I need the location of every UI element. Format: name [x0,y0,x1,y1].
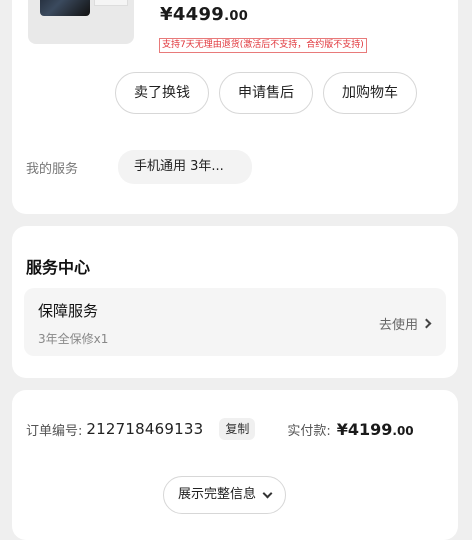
go-use-link[interactable]: 去使用 [378,314,432,333]
my-service-row: 我的服务 手机通用 3年... [26,150,252,184]
add-to-cart-button[interactable]: 加购物车 [323,72,417,114]
order-summary-row: 订单编号: 212718469133 复制 实付款: ¥4199.00 [26,418,446,440]
action-buttons: 卖了换钱 申请售后 加购物车 [115,72,417,114]
protection-service-title: 保障服务 [38,302,99,320]
my-service-chip[interactable]: 手机通用 3年... [118,150,252,184]
sell-button[interactable]: 卖了换钱 [115,72,209,114]
order-number: 212718469133 [86,420,204,438]
show-full-info-label: 展示完整信息 [178,487,257,502]
protection-service-item[interactable]: 保障服务 3年全保修x1 去使用 [24,288,446,356]
paid-label: 实付款: [287,423,331,439]
chevron-right-icon [421,318,432,329]
product-card: ¥4499.00 支持7天无理由退货(激活后不支持，合约版不支持) 卖了换钱 申… [12,0,458,214]
my-service-label: 我的服务 [26,161,79,177]
phone-image [40,0,90,16]
go-use-label: 去使用 [378,318,418,333]
service-center-card: 服务中心 保障服务 3年全保修x1 去使用 [12,226,458,378]
show-full-info-button[interactable]: 展示完整信息 [163,476,287,514]
copy-button[interactable]: 复制 [219,418,256,440]
product-price: ¥4499.00 [160,4,249,25]
box-image [94,0,128,6]
product-thumbnail[interactable] [28,0,134,44]
protection-service-subtitle: 3年全保修x1 [38,332,109,346]
after-sale-button[interactable]: 申请售后 [219,72,313,114]
paid-amount: ¥4199.00 [336,419,414,439]
chevron-down-icon [262,488,273,498]
return-policy-tag: 支持7天无理由退货(激活后不支持，合约版不支持) [159,38,367,53]
order-number-label: 订单编号: [26,423,83,439]
order-info-card: 订单编号: 212718469133 复制 实付款: ¥4199.00 展示完整… [12,390,458,540]
service-center-title: 服务中心 [26,258,91,277]
